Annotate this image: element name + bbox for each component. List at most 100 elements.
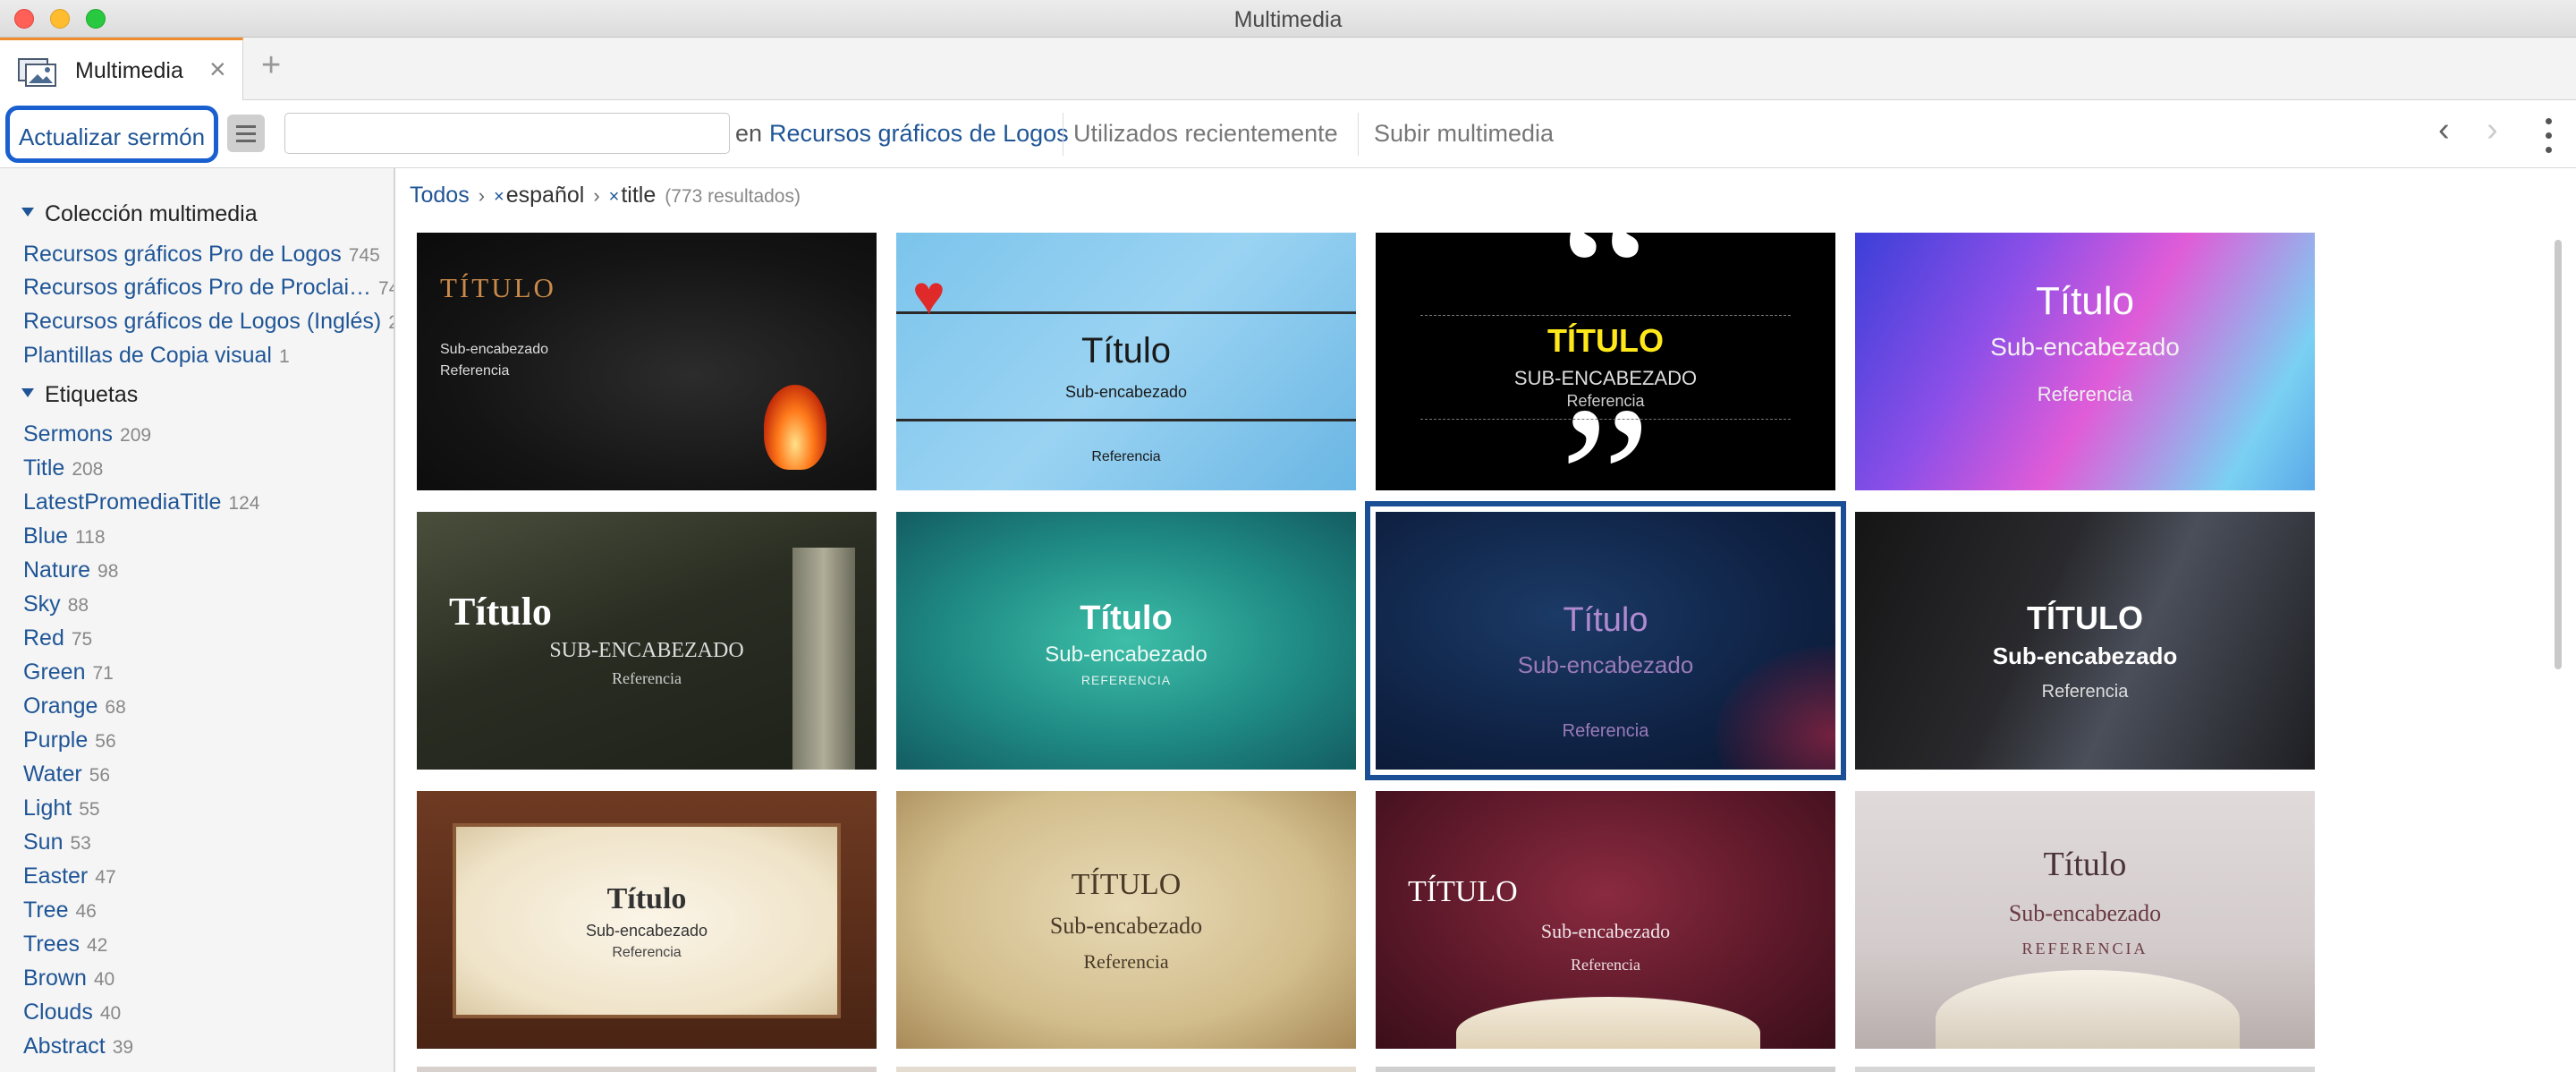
thumbnail-title: TÍTULO — [1547, 322, 1664, 359]
toolbar: Actualizar sermón en Recursos gráficos d… — [0, 100, 2576, 168]
tab-multimedia[interactable]: Multimedia × — [0, 38, 243, 100]
remove-filter-icon[interactable]: × — [494, 187, 504, 207]
sidebar-item-tag[interactable]: Tree 46 — [23, 898, 97, 923]
thumbnail-subtitle: Sub-encabezado — [1045, 642, 1208, 667]
divider-line — [896, 419, 1356, 421]
thumbnail-subtitle: Sub-encabezado — [440, 342, 548, 357]
filter-chip-language: español — [505, 183, 585, 208]
sidebar-item-collection[interactable]: Recursos gráficos de Logos (Inglés)27 — [23, 309, 394, 335]
thumbnail-reference: Referencia — [2037, 383, 2133, 405]
divider-line — [896, 311, 1356, 314]
menu-icon[interactable] — [227, 115, 265, 152]
scrollbar[interactable] — [2555, 240, 2562, 669]
divider-line — [1420, 419, 1791, 420]
remove-filter-icon[interactable]: × — [609, 187, 620, 207]
window-title: Multimedia — [1233, 7, 1343, 32]
sidebar-item-tag[interactable]: Water 56 — [23, 761, 110, 787]
media-thumbnail[interactable]: TÍTULO Sub-encabezado Referencia — [1855, 512, 2315, 770]
sidebar-item-tag[interactable]: Clouds 40 — [23, 1000, 121, 1025]
breadcrumb-root-link[interactable]: Todos — [410, 183, 470, 208]
sidebar-item-collection[interactable]: Plantillas de Copia visual 1 — [23, 343, 290, 369]
thumbnail-reference: Referencia — [612, 669, 682, 687]
thumbnail-reference: REFERENCIA — [2021, 940, 2148, 957]
thumbnail-title: Título — [1080, 600, 1173, 637]
thumbnail-subtitle: Sub-encabezado — [1540, 920, 1671, 942]
collection-section-header[interactable]: Colección multimedia — [21, 201, 258, 227]
breadcrumb-separator-icon: › — [593, 184, 600, 207]
media-thumbnail[interactable]: “ ” TÍTULO SUB-ENCABEZADO Referencia — [1376, 233, 1835, 490]
media-thumbnail[interactable]: Título Sub-encabezado REFERENCIA — [896, 512, 1356, 770]
media-thumbnail[interactable]: Título Sub-encabezado Referencia — [417, 791, 877, 1049]
thumbnail-title: Título — [1080, 331, 1172, 370]
sidebar-item-tag[interactable]: Light 55 — [23, 795, 100, 821]
sidebar-item-tag[interactable]: Nature 98 — [23, 557, 118, 583]
sidebar-item-collection[interactable]: Recursos gráficos Pro de Proclai…745 — [23, 275, 394, 301]
media-thumbnail[interactable] — [1855, 1067, 2315, 1072]
open-book-graphic — [1456, 997, 1760, 1049]
thumbnail-title: TÍTULO — [2027, 600, 2143, 636]
sidebar-item-tag[interactable]: Red 75 — [23, 625, 92, 651]
media-thumbnail[interactable] — [417, 1067, 877, 1072]
recently-used-button[interactable]: Utilizados recientemente — [1073, 120, 1338, 148]
media-thumbnail-selected[interactable]: Título Sub-encabezado Referencia — [1365, 501, 1846, 780]
media-thumbnail[interactable]: Título SUB-ENCABEZADO Referencia — [417, 512, 877, 770]
sidebar-item-tag[interactable]: Brown 40 — [23, 966, 114, 991]
search-scope-label: en — [735, 120, 763, 147]
thumbnail-subtitle: SUB-ENCABEZADO — [1513, 367, 1698, 389]
resource-selector-link[interactable]: Recursos gráficos de Logos — [769, 120, 1069, 148]
media-thumbnail[interactable]: ♥ Título Sub-encabezado Referencia — [896, 233, 1356, 490]
sidebar-item-tag[interactable]: Sun 53 — [23, 830, 91, 855]
thumbnail-subtitle: Sub-encabezado — [1064, 383, 1188, 401]
thumbnail-subtitle: Sub-encabezado — [585, 922, 708, 940]
thumbnail-title: TÍTULO — [1408, 875, 1518, 908]
thumbnail-reference: Referencia — [1571, 956, 1640, 974]
sidebar-item-tag[interactable]: Green 71 — [23, 659, 114, 685]
breadcrumb: Todos › ×español › ×title (773 resultados) — [410, 183, 801, 208]
media-thumbnail[interactable]: Título Sub-encabezado REFERENCIA — [1855, 791, 2315, 1049]
sidebar-item-tag[interactable]: Sermons 209 — [23, 421, 151, 447]
tags-section-header[interactable]: Etiquetas — [21, 382, 138, 408]
thumbnail-reference: Referencia — [1083, 950, 1169, 973]
sidebar-item-tag[interactable]: Blue 118 — [23, 523, 106, 549]
thumbnail-reference: Referencia — [1091, 449, 1161, 464]
media-thumbnail[interactable]: TÍTULO Sub-encabezado Referencia — [1376, 791, 1835, 1049]
thumbnail-title: Título — [1563, 601, 1648, 639]
sidebar-item-collection[interactable]: Recursos gráficos Pro de Logos 745 — [23, 242, 380, 268]
more-options-icon[interactable] — [2546, 118, 2553, 154]
sidebar-item-tag[interactable]: LatestPromediaTitle 124 — [23, 489, 259, 515]
back-chevron-icon[interactable]: ‹ — [2438, 113, 2450, 147]
open-book-graphic — [1936, 970, 2240, 1049]
divider-line — [1420, 315, 1791, 316]
sidebar-item-tag[interactable]: Purple 56 — [23, 727, 116, 753]
update-sermon-button[interactable]: Actualizar sermón — [5, 106, 218, 163]
thumbnail-reference: Referencia — [612, 945, 682, 960]
sidebar-item-tag[interactable]: Orange 68 — [23, 693, 126, 719]
sidebar-item-tag[interactable]: Title 208 — [23, 455, 103, 481]
media-thumbnail[interactable]: TÍTULO Sub-encabezado Referencia — [896, 791, 1356, 1049]
thumbnail-subtitle: Sub-encabezado — [2008, 900, 2162, 926]
frame-panel — [453, 823, 841, 1018]
tab-close-icon[interactable]: × — [209, 55, 226, 83]
thumbnail-reference: Referencia — [440, 363, 510, 379]
toolbar-divider — [1358, 113, 1359, 156]
sidebar-item-tag[interactable]: Abstract 39 — [23, 1034, 133, 1059]
sidebar-item-tag[interactable]: Easter 47 — [23, 864, 116, 889]
thumbnail-reference: Referencia — [1562, 721, 1649, 741]
search-input[interactable] — [284, 113, 730, 154]
tab-label: Multimedia — [75, 58, 183, 83]
sidebar-item-tag[interactable]: Trees 42 — [23, 932, 107, 957]
flame-graphic — [764, 385, 826, 470]
thumbnail-title: Título — [606, 882, 687, 915]
media-thumbnail[interactable] — [1376, 1067, 1835, 1072]
media-thumbnail[interactable]: TÍTULO Sub-encabezado Referencia — [417, 233, 877, 490]
media-thumbnail[interactable] — [896, 1067, 1356, 1072]
upload-media-button[interactable]: Subir multimedia — [1374, 120, 1554, 148]
forward-chevron-icon[interactable]: › — [2487, 113, 2498, 147]
breadcrumb-separator-icon: › — [478, 184, 486, 207]
add-tab-icon[interactable]: + — [261, 48, 281, 82]
thumbnail-title: Título — [2035, 279, 2135, 323]
media-thumbnail[interactable]: Título Sub-encabezado Referencia — [1855, 233, 2315, 490]
thumbnail-reference: REFERENCIA — [1080, 673, 1172, 687]
sidebar-item-tag[interactable]: Sky 88 — [23, 591, 89, 617]
window-titlebar: Multimedia — [0, 0, 2576, 38]
